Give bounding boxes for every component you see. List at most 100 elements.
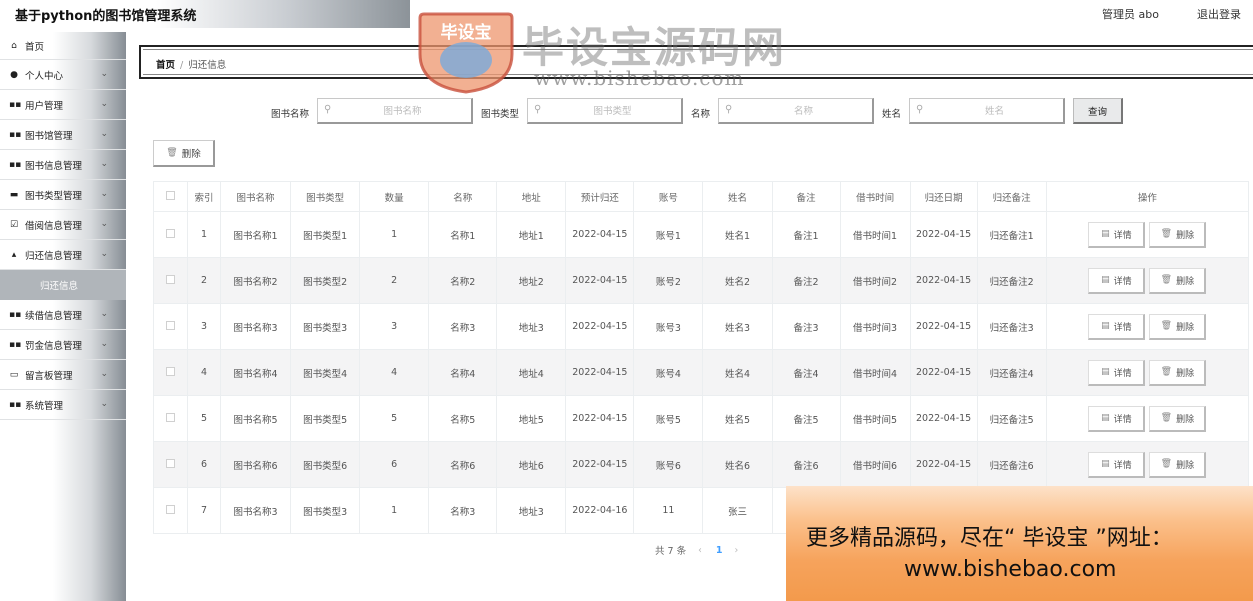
document-icon: ▤ [1101, 229, 1110, 239]
table-cell: 名称5 [428, 395, 498, 442]
document-icon: ▤ [1101, 459, 1110, 469]
delete-button[interactable]: 🗑删除 [1149, 313, 1207, 340]
sidebar-item-book-type-mgmt[interactable]: ▬ 图书类型管理 ⌄ [0, 180, 126, 210]
row-checkbox[interactable] [166, 228, 175, 238]
book-name-input[interactable] [338, 103, 467, 119]
sidebar-item-label: 续借信息管理 [25, 310, 83, 322]
table-cell: 账号6 [633, 441, 704, 488]
table-cell: 图书名称1 [220, 211, 292, 258]
sidebar-item-book-info-mgmt[interactable]: ▪▪ 图书信息管理 ⌄ [0, 150, 126, 180]
sidebar-item-message-board-mgmt[interactable]: ▭ 留言板管理 ⌄ [0, 360, 126, 390]
row-checkbox[interactable] [166, 366, 175, 376]
breadcrumb-home[interactable]: 首页 [156, 60, 175, 71]
promo-line-1: 更多精品源码，尽在“ 毕设宝 ”网址： [806, 526, 1173, 551]
detail-button[interactable]: ▤详情 [1088, 359, 1146, 386]
table-cell: 账号1 [633, 211, 704, 258]
query-button[interactable]: 查询 [1073, 98, 1123, 124]
sidebar-item-system-mgmt[interactable]: ▪▪ 系统管理 ⌄ [0, 390, 126, 420]
table-cell: 7 [187, 487, 222, 534]
table-cell: 归还备注3 [976, 303, 1047, 350]
row-checkbox[interactable] [166, 504, 175, 514]
table-cell: 账号2 [633, 257, 704, 304]
row-checkbox[interactable] [166, 412, 175, 422]
column-header: 数量 [359, 181, 430, 212]
name-input[interactable] [739, 103, 868, 119]
select-all-checkbox[interactable] [166, 190, 175, 200]
table-cell: 图书名称6 [220, 441, 292, 488]
chevron-down-icon: ⌄ [100, 249, 108, 259]
row-select-cell [152, 349, 189, 396]
table-cell: 地址6 [496, 441, 567, 488]
sidebar-item-return-info-mgmt[interactable]: ▴ 归还信息管理 ⌄ [0, 240, 126, 270]
select-all-cell [152, 181, 189, 212]
table-cell: 2022-04-15 [909, 211, 978, 258]
logout-link[interactable]: 退出登录 [1197, 6, 1241, 22]
detail-label: 详情 [1113, 368, 1132, 379]
next-page-button[interactable]: › [735, 545, 739, 556]
person-name-field[interactable]: ⚲ [909, 98, 1065, 124]
table-cell: 姓名1 [702, 211, 773, 258]
table-cell: 姓名3 [702, 303, 773, 350]
table-row: 3 图书名称3 图书类型3 3 名称3 地址3 2022-04-15 账号3 姓名3 备注3 借书时… [152, 303, 1250, 350]
table-cell: 2022-04-15 [909, 395, 978, 442]
detail-button[interactable]: ▤详情 [1088, 267, 1146, 294]
row-checkbox[interactable] [166, 320, 175, 330]
column-header: 地址 [496, 181, 567, 212]
actions-cell: ▤详情🗑删除 [1045, 257, 1250, 304]
delete-button[interactable]: 🗑删除 [1149, 359, 1207, 386]
column-header: 归还备注 [976, 181, 1047, 212]
table-cell: 归还备注1 [976, 211, 1047, 258]
chevron-down-icon: ⌄ [100, 399, 108, 409]
document-icon: ▤ [1101, 413, 1110, 423]
chevron-down-icon: ⌄ [100, 69, 108, 79]
breadcrumb-current: 归还信息 [188, 60, 227, 71]
row-checkbox[interactable] [166, 458, 175, 468]
table-cell: 借书时间1 [839, 211, 911, 258]
row-checkbox[interactable] [166, 274, 175, 284]
name-field[interactable]: ⚲ [718, 98, 874, 124]
sidebar-item-home[interactable]: ⌂ 首页 [0, 32, 126, 60]
book-type-field[interactable]: ⚲ [527, 98, 683, 124]
book-name-field[interactable]: ⚲ [317, 98, 473, 124]
table-cell: 地址2 [496, 257, 567, 304]
prev-page-button[interactable]: ‹ [698, 545, 702, 556]
chevron-down-icon: ⌄ [100, 189, 108, 199]
person-name-input[interactable] [930, 103, 1059, 119]
book-type-input[interactable] [548, 103, 677, 119]
watermark-logo-text: 毕设宝 [441, 22, 492, 43]
column-header: 归还日期 [909, 181, 978, 212]
sidebar-subitem-return-info[interactable]: 归还信息 [0, 270, 126, 300]
table-cell: 2022-04-16 [565, 487, 635, 534]
table-row: 5 图书名称5 图书类型5 5 名称5 地址5 2022-04-15 账号5 姓名5 备注5 借书时… [152, 395, 1250, 442]
sidebar-item-fine-info-mgmt[interactable]: ▪▪ 罚金信息管理 ⌄ [0, 330, 126, 360]
chevron-down-icon: ⌄ [100, 159, 108, 169]
detail-button[interactable]: ▤详情 [1088, 313, 1146, 340]
sidebar-item-personal-center[interactable]: ● 个人中心 ⌄ [0, 60, 126, 90]
delete-button[interactable]: 🗑删除 [1149, 451, 1207, 478]
total-count: 共 7 条 [655, 546, 687, 557]
bulk-delete-label: 删除 [181, 149, 201, 160]
sidebar-item-label: 罚金信息管理 [25, 340, 83, 352]
table-cell: 地址4 [496, 349, 567, 396]
detail-button[interactable]: ▤详情 [1088, 221, 1146, 248]
row-select-cell [152, 441, 189, 488]
sidebar-item-borrow-info-mgmt[interactable]: ☑ 借阅信息管理 ⌄ [0, 210, 126, 240]
delete-button[interactable]: 🗑删除 [1149, 405, 1207, 432]
bulk-delete-button[interactable]: 🗑 删除 [153, 140, 215, 167]
sidebar-item-renew-info-mgmt[interactable]: ▪▪ 续借信息管理 ⌄ [0, 300, 126, 330]
delete-button[interactable]: 🗑删除 [1149, 267, 1207, 294]
table-cell: 名称3 [428, 487, 498, 534]
table-cell: 归还备注6 [976, 441, 1047, 488]
table-cell: 账号5 [633, 395, 704, 442]
page-number-1[interactable]: 1 [716, 545, 723, 556]
detail-button[interactable]: ▤详情 [1088, 405, 1146, 432]
document-icon: ▤ [1101, 275, 1110, 285]
promo-banner: 更多精品源码，尽在“ 毕设宝 ”网址： www.bishebao.com [786, 486, 1253, 601]
table-cell: 名称3 [428, 303, 498, 350]
return-info-table: 索引 图书名称 图书类型 数量 名称 地址 预计归还 账号 姓名 备注 借书时间 归还日期 归还备注 操作… [152, 181, 1250, 534]
table-cell: 图书类型1 [290, 211, 361, 258]
table-cell: 图书名称3 [220, 487, 292, 534]
detail-button[interactable]: ▤详情 [1088, 451, 1146, 478]
breadcrumb: 首页 / 归还信息 [156, 57, 226, 71]
delete-button[interactable]: 🗑删除 [1149, 221, 1207, 248]
